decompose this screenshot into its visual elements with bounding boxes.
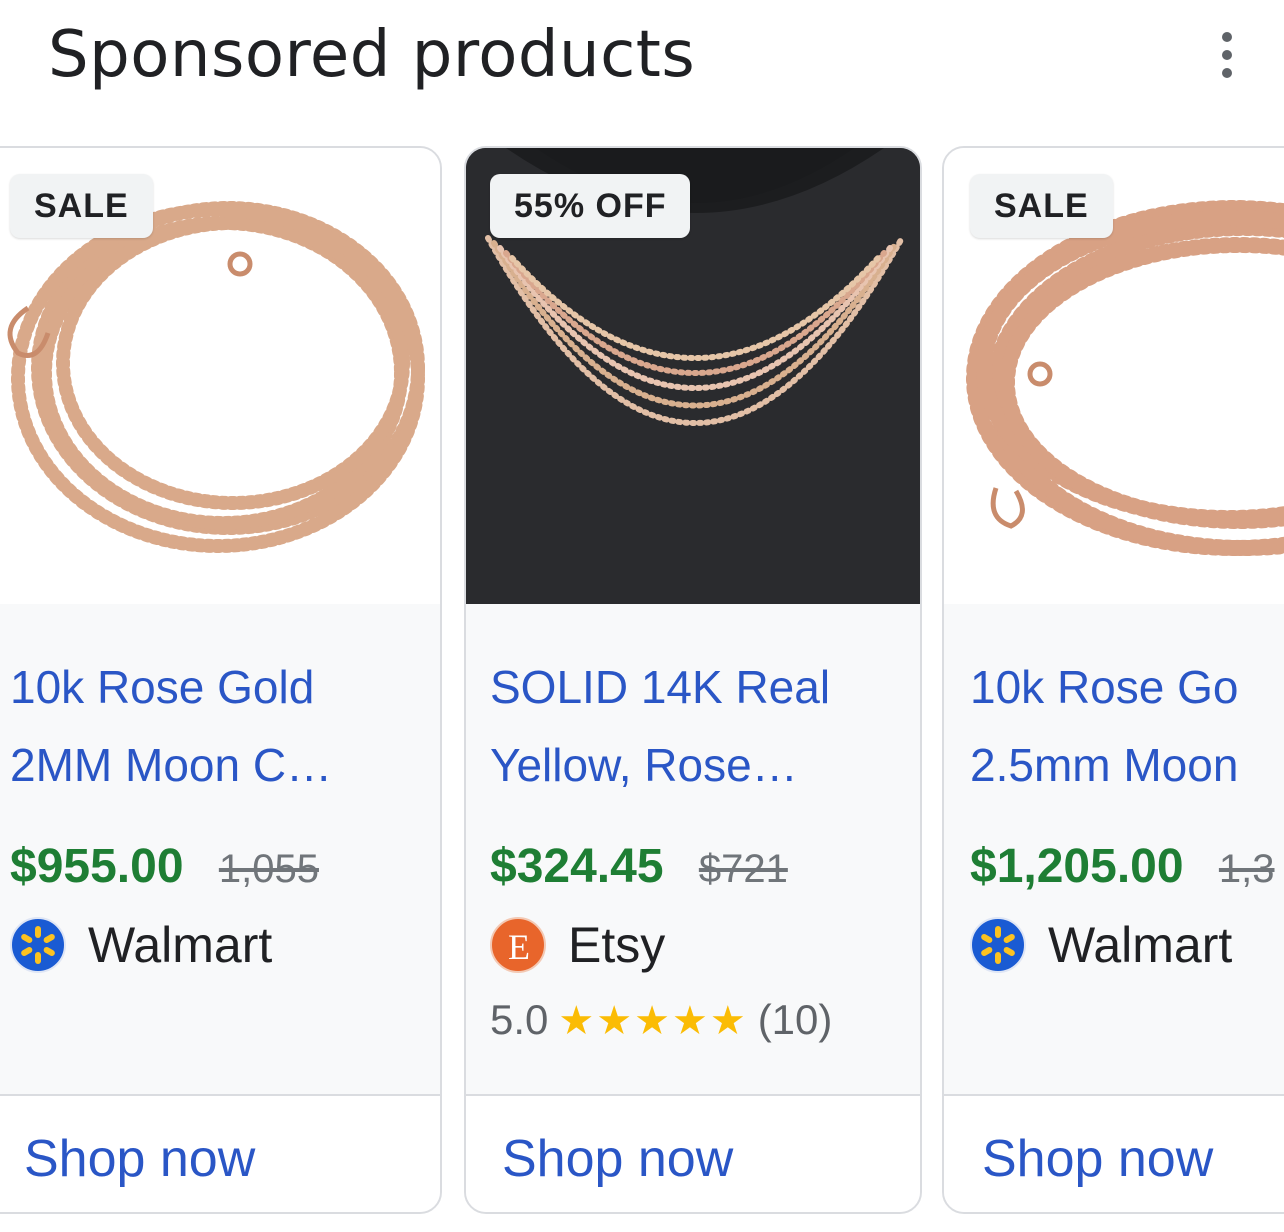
current-price: $955.00: [10, 840, 184, 893]
etsy-e-icon: E: [490, 917, 546, 973]
shop-now-footer[interactable]: Shop now: [466, 1094, 920, 1212]
product-info: 10k Rose Gold 2MM Moon C… $955.00 1,055: [0, 604, 440, 1094]
price-row: $1,205.00 1,3: [970, 832, 1275, 904]
product-image[interactable]: SALE: [944, 148, 1284, 604]
price-row: $324.45 $721: [490, 832, 788, 904]
product-card[interactable]: 55% OFF SOLID 14K Real Yellow, Rose… $32…: [464, 146, 922, 1214]
shop-now-link[interactable]: Shop now: [502, 1124, 733, 1194]
product-card[interactable]: SALE 10k Rose Gold 2MM Moon C… $955.00 1…: [0, 146, 442, 1214]
merchant-name: Walmart: [88, 917, 273, 973]
svg-text:E: E: [508, 927, 530, 967]
walmart-spark-icon: [970, 917, 1026, 973]
rating-value: 5.0: [490, 996, 549, 1043]
sponsored-header: Sponsored products: [0, 0, 1284, 120]
price-row: $955.00 1,055: [10, 832, 319, 904]
product-title-line: 10k Rose Go: [970, 661, 1239, 713]
walmart-spark-icon: [10, 917, 66, 973]
rating-row: 5.0 ★★★★★ (10): [490, 992, 832, 1049]
original-price: $721: [698, 847, 788, 891]
product-image[interactable]: SALE: [0, 148, 440, 604]
sale-badge: SALE: [970, 174, 1113, 238]
product-info: 10k Rose Go 2.5mm Moon $1,205.00 1,3 Wal…: [944, 604, 1284, 1094]
product-title-line: Yellow, Rose…: [490, 739, 798, 791]
shop-now-link[interactable]: Shop now: [24, 1124, 255, 1194]
discount-badge: 55% OFF: [490, 174, 691, 238]
original-price: 1,3: [1218, 847, 1275, 891]
product-title-line: 2.5mm Moon: [970, 739, 1239, 791]
shop-now-footer[interactable]: Shop now: [944, 1094, 1284, 1212]
product-title-line: 2MM Moon C…: [10, 739, 333, 791]
product-card[interactable]: SALE 10k Rose Go 2.5mm Moon $1,205.00 1,…: [942, 146, 1284, 1214]
section-title: Sponsored products: [48, 18, 696, 92]
shop-now-footer[interactable]: Shop now: [0, 1094, 440, 1212]
sale-badge: SALE: [10, 174, 153, 238]
rating-count: (10): [757, 996, 833, 1043]
merchant-name: Walmart: [1048, 917, 1233, 973]
product-carousel[interactable]: SALE 10k Rose Gold 2MM Moon C… $955.00 1…: [0, 146, 1284, 1232]
product-title-link[interactable]: 10k Rose Go 2.5mm Moon: [970, 648, 1238, 804]
product-title-link[interactable]: 10k Rose Gold 2MM Moon C…: [10, 648, 332, 804]
original-price: 1,055: [218, 847, 319, 891]
product-title-line: SOLID 14K Real: [490, 661, 831, 713]
merchant-name: Etsy: [568, 917, 666, 973]
more-vert-icon[interactable]: [1206, 24, 1246, 84]
product-title-line: 10k Rose Gold: [10, 661, 315, 713]
product-info: SOLID 14K Real Yellow, Rose… $324.45 $72…: [466, 604, 920, 1094]
star-rating-icon: ★★★★★: [558, 998, 748, 1044]
current-price: $324.45: [490, 840, 664, 893]
product-title-link[interactable]: SOLID 14K Real Yellow, Rose…: [490, 648, 830, 804]
shop-now-link[interactable]: Shop now: [982, 1124, 1213, 1194]
product-image[interactable]: 55% OFF: [466, 148, 920, 604]
current-price: $1,205.00: [970, 840, 1184, 893]
